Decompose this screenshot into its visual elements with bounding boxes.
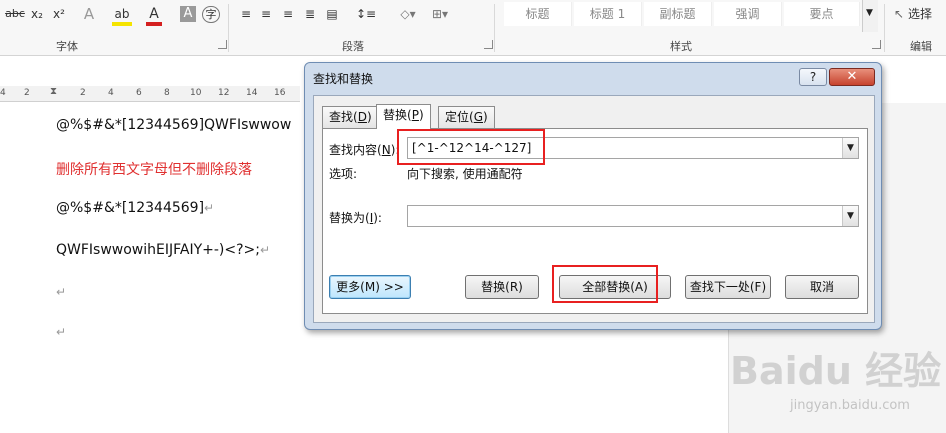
ruler-tick: 2 <box>24 88 30 98</box>
paragraph-dialog-launcher-icon[interactable] <box>484 40 493 49</box>
paragraph-mark-icon: ↵ <box>56 285 67 299</box>
paragraph-group-label: 段落 <box>342 40 364 53</box>
enclose-characters-icon[interactable]: 字 <box>202 6 220 23</box>
ruler-tick: 12 <box>218 88 230 98</box>
style-item[interactable]: 副标题 <box>644 2 712 26</box>
chevron-down-icon[interactable]: ▼ <box>842 206 858 226</box>
strikethrough-icon[interactable]: abc <box>4 4 26 24</box>
editing-group-label: 编辑 <box>910 40 932 53</box>
select-button[interactable]: 选择 <box>908 4 946 24</box>
indent-marker-icon[interactable]: ⧗ <box>50 86 57 97</box>
options-label: 选项: <box>329 167 358 181</box>
font-color-icon[interactable]: A <box>146 4 162 26</box>
font-group-label: 字体 <box>56 40 78 53</box>
shading-icon[interactable]: ◇▾ <box>396 4 420 24</box>
align-right-icon[interactable]: ≡ <box>280 4 296 24</box>
ribbon-separator <box>228 4 229 52</box>
styles-dialog-launcher-icon[interactable] <box>872 40 881 49</box>
ruler-tick: 8 <box>164 88 170 98</box>
ribbon-separator <box>494 4 495 52</box>
ruler-tick: 14 <box>246 88 258 98</box>
styles-scroll[interactable]: ▼ <box>862 0 878 32</box>
line-spacing-icon[interactable]: ↕≡ <box>354 4 378 24</box>
find-what-label: 查找内容(N): <box>329 143 400 157</box>
borders-icon[interactable]: ⊞▾ <box>428 4 452 24</box>
ribbon-separator <box>884 4 885 52</box>
find-replace-dialog: 查找和替换 ? ✕ 查找(D) 替换(P) 定位(G) 查找内容(N): [^1… <box>304 62 882 330</box>
distributed-icon[interactable]: ▤ <box>324 4 340 24</box>
paragraph-mark-icon: ↵ <box>204 201 215 215</box>
superscript-icon[interactable]: x² <box>50 4 68 24</box>
watermark-logo: Baidu 经验 <box>730 349 942 393</box>
more-button[interactable]: 更多(M) >> <box>329 275 411 299</box>
paragraph-mark-icon: ↵ <box>260 243 271 257</box>
highlight-icon[interactable]: ab <box>112 4 132 26</box>
document-line: @%$#&*[12344569]QWFIswwow <box>56 117 292 133</box>
ruler-tick: 2 <box>80 88 86 98</box>
chevron-down-icon[interactable]: ▼ <box>866 8 873 18</box>
options-value: 向下搜索, 使用通配符 <box>407 167 523 181</box>
align-center-icon[interactable]: ≡ <box>258 4 274 24</box>
ruler-tick: 10 <box>190 88 202 98</box>
document-line: @%$#&*[12344569]↵ <box>56 200 215 216</box>
character-shading-icon[interactable]: A <box>180 6 196 22</box>
style-item[interactable]: 标题 <box>504 2 572 26</box>
align-left-icon[interactable]: ≡ <box>238 4 254 24</box>
font-dialog-launcher-icon[interactable] <box>218 40 227 49</box>
close-button[interactable]: ✕ <box>829 68 875 86</box>
ruler[interactable]: 4 2 ⧗ 2 4 6 8 10 12 14 16 <box>0 86 300 102</box>
ruler-tick: 4 <box>108 88 114 98</box>
select-icon[interactable]: ↖ <box>892 4 906 24</box>
replace-button[interactable]: 替换(R) <box>465 275 539 299</box>
ruler-tick: 4 <box>0 88 6 98</box>
chevron-down-icon[interactable]: ▼ <box>842 138 858 158</box>
style-item[interactable]: 强调 <box>714 2 782 26</box>
subscript-icon[interactable]: x₂ <box>28 4 46 24</box>
cancel-button[interactable]: 取消 <box>785 275 859 299</box>
ruler-tick: 6 <box>136 88 142 98</box>
styles-group-label: 样式 <box>670 40 692 53</box>
find-next-button[interactable]: 查找下一处(F) <box>685 275 771 299</box>
replace-tab-panel: 查找内容(N): [^1-^12^14-^127] ▼ 选项: 向下搜索, 使用… <box>322 128 868 314</box>
dialog-body: 查找(D) 替换(P) 定位(G) 查找内容(N): [^1-^12^14-^1… <box>313 95 875 323</box>
ruler-tick: 16 <box>274 88 286 98</box>
document-line: 删除所有西文字母但不删除段落 <box>56 162 252 178</box>
document-line: QWFIswwowihEIJFAIY+-)<?>;↵ <box>56 242 271 258</box>
style-item[interactable]: 标题 1 <box>574 2 642 26</box>
justify-icon[interactable]: ≣ <box>302 4 318 24</box>
paragraph-mark-icon: ↵ <box>56 325 67 339</box>
replace-all-highlight <box>552 265 658 303</box>
tab-replace[interactable]: 替换(P) <box>376 104 431 129</box>
text-effects-icon[interactable]: A <box>80 4 98 24</box>
watermark-url: jingyan.baidu.com <box>790 398 910 413</box>
replace-with-label: 替换为(I): <box>329 211 382 225</box>
tab-goto[interactable]: 定位(G) <box>438 106 495 128</box>
find-value-highlight <box>397 129 545 165</box>
style-item[interactable]: 要点 <box>784 2 860 26</box>
ribbon: abc x₂ x² A ab A A 字 字体 ≡ ≡ ≡ ≣ ▤ ↕≡ ◇▾ … <box>0 0 946 56</box>
help-button[interactable]: ? <box>799 68 827 86</box>
dialog-title: 查找和替换 <box>313 72 374 86</box>
replace-with-input[interactable]: ▼ <box>407 205 859 227</box>
tab-find[interactable]: 查找(D) <box>322 106 379 128</box>
